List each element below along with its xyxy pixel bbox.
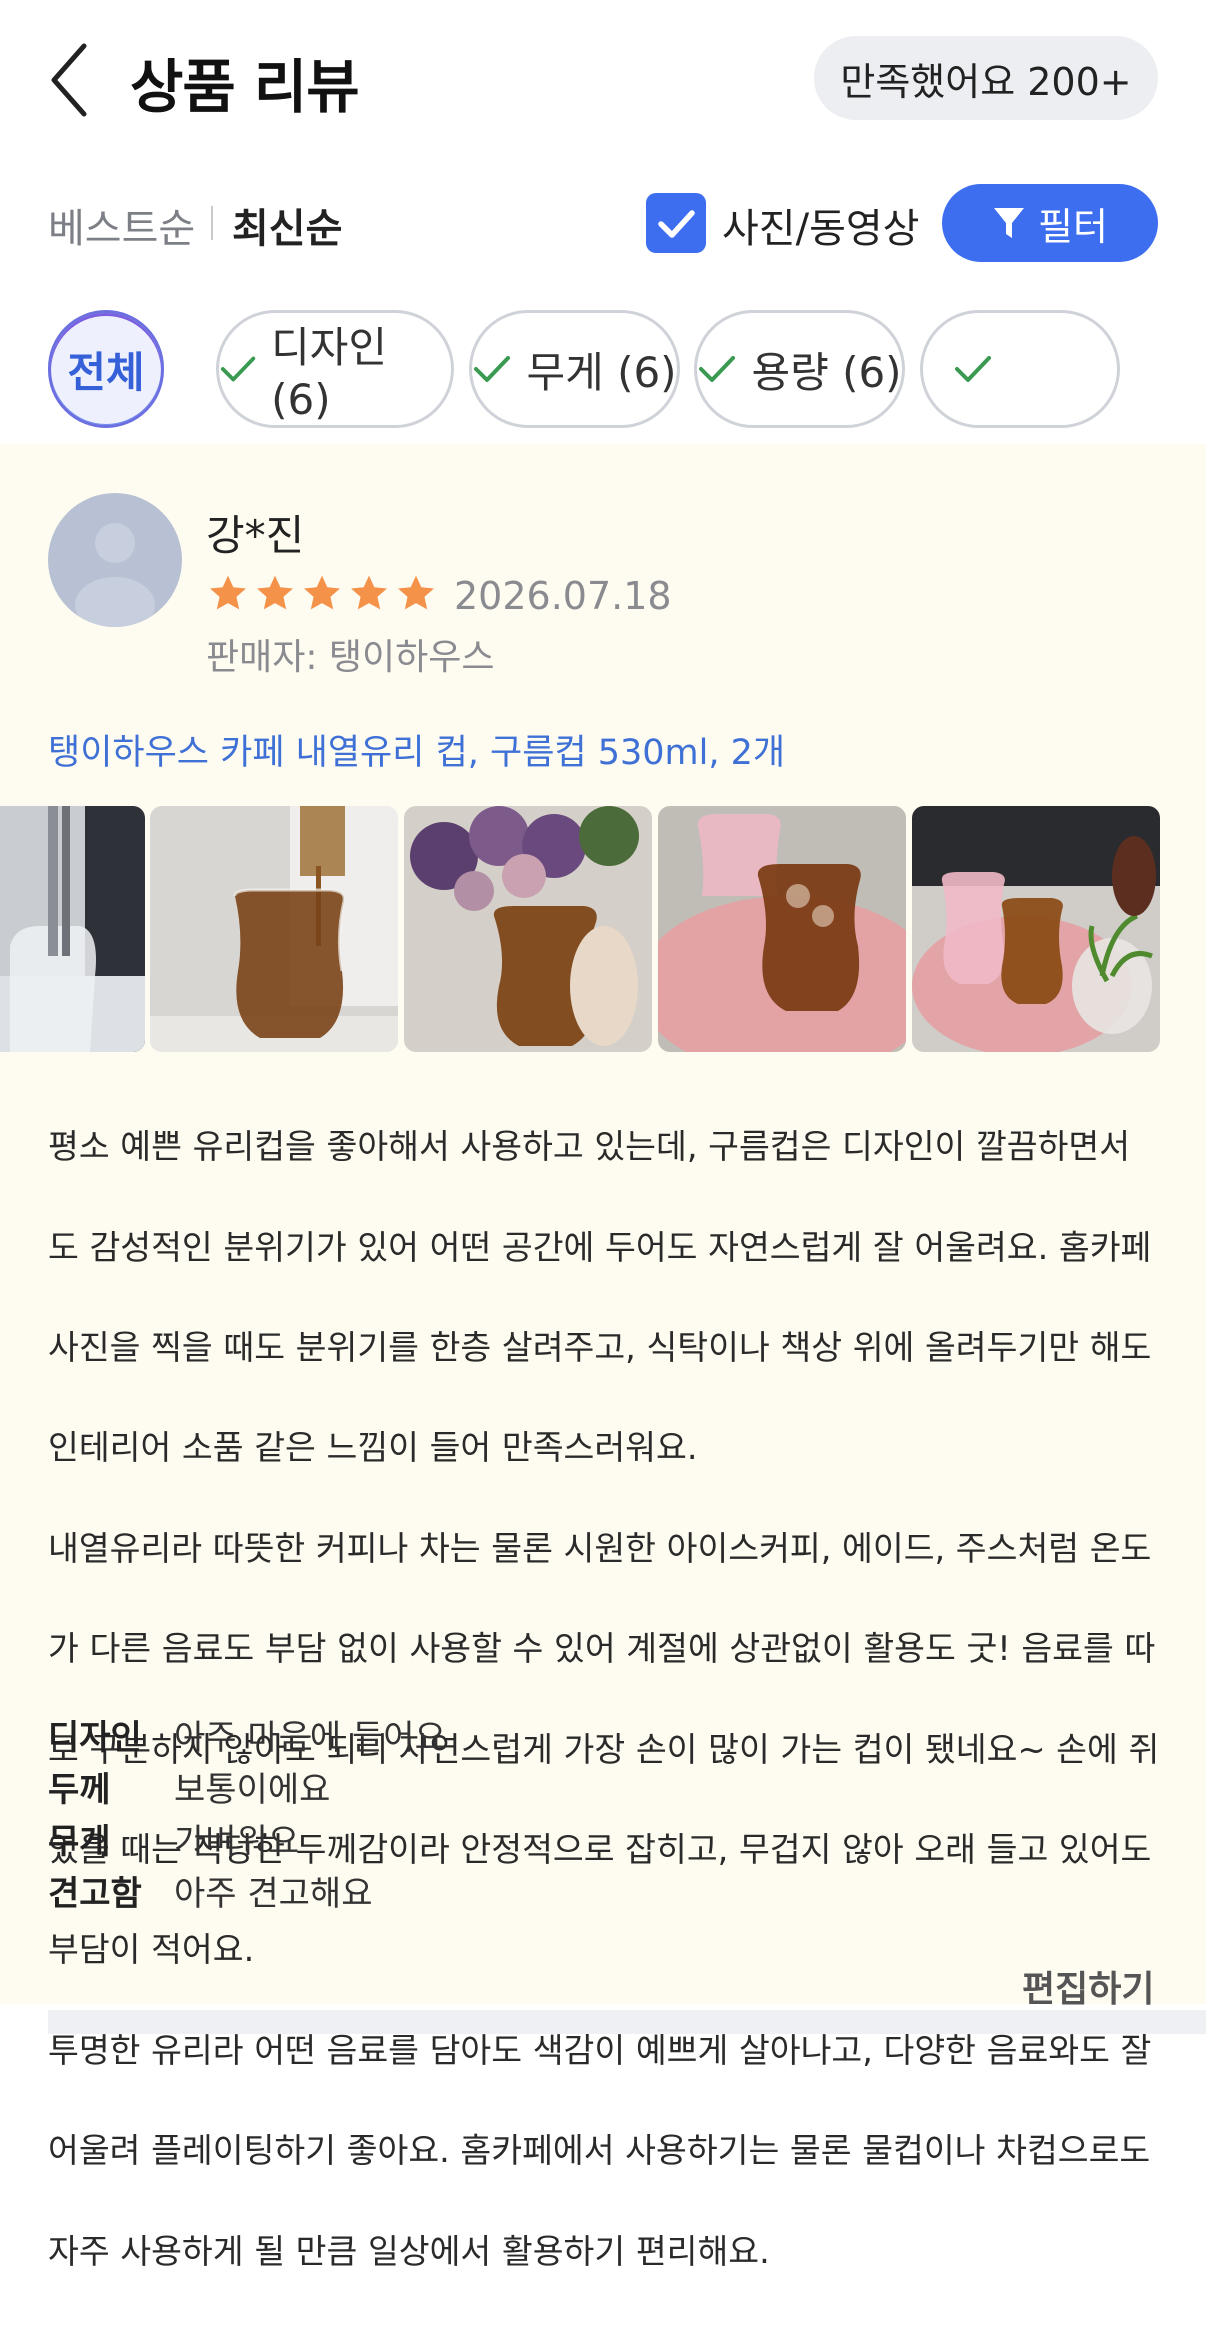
review-line: 부담이 적어요. [48, 1930, 255, 1970]
review-line: 평소 예쁜 유리컵을 좋아해서 사용하고 있는데, 구름컵은 디자인이 깔끔하면… [48, 1127, 1131, 1167]
star-icon [398, 575, 434, 610]
satisfaction-badge[interactable]: 만족했어요 200+ [814, 36, 1158, 120]
chip-label: 디자인 (6) [271, 323, 388, 424]
sort-newest-option[interactable]: 최신순 [232, 196, 342, 254]
review-photo[interactable] [150, 806, 398, 1052]
review-body: 평소 예쁜 유리컵을 좋아해서 사용하고 있는데, 구름컵은 디자인이 깔끔하면… [48, 1072, 1168, 2327]
chip-all[interactable]: 전체 [48, 310, 164, 428]
review-line: 사진을 찍을 때도 분위기를 한층 살려주고, 식탁이나 책상 위에 올려두기만… [48, 1328, 1152, 1368]
star-icon [304, 575, 340, 610]
review-line: 자주 사용하게 될 만큼 일상에서 활용하기 편리해요. [48, 2231, 770, 2271]
filter-button-label: 필터 [1038, 204, 1108, 249]
check-icon [955, 356, 991, 382]
chip-capacity[interactable]: 용량 (6) [694, 310, 905, 428]
review-category-chips: 전체 디자인 (6) 무게 (6) 용량 (6) [48, 310, 1206, 434]
review-photo[interactable] [0, 806, 145, 1052]
attribute-row: 디자인 [48, 1710, 142, 1759]
review-photo[interactable] [912, 806, 1160, 1052]
chip-label: 용량 (6) [751, 347, 902, 397]
page-title: 상품 리뷰 [130, 53, 360, 121]
review-line: 인테리어 소품 같은 느낌이 들어 만족스러워요. [48, 1428, 698, 1468]
sort-best-option[interactable]: 베스트순 [48, 196, 195, 254]
funnel-icon [994, 208, 1025, 238]
chip-label: 무게 (6) [526, 347, 677, 397]
photo-video-label[interactable]: 사진/동영상 [722, 196, 919, 254]
attribute-value: 아주 견고해요 [174, 1874, 373, 1914]
attribute-key: 견고함 [48, 1874, 142, 1914]
bottom-divider [48, 2010, 1206, 2034]
star-icon [257, 575, 293, 610]
star-icon [210, 575, 246, 610]
chip-weight[interactable]: 무게 (6) [469, 310, 680, 428]
user-silhouette-icon [75, 523, 155, 627]
attribute-row: 두께 [48, 1762, 111, 1811]
review-photo[interactable] [658, 806, 906, 1052]
chip-label: 전체 [67, 347, 145, 397]
product-option-link[interactable]: 탱이하우스 카페 내열유리 컵, 구름컵 530ml, 2개 [48, 724, 785, 775]
check-icon [699, 356, 736, 382]
review-line: 가 다른 음료도 부담 없이 사용할 수 있어 계절에 상관없이 활용도 굿! … [48, 1629, 1156, 1669]
review-date: 2026.07.18 [454, 574, 672, 618]
check-icon [474, 356, 511, 382]
chip-partial[interactable] [920, 310, 1120, 428]
chip-design[interactable]: 디자인 (6) [216, 310, 454, 428]
seller-name: 판매자: 탱이하우스 [206, 637, 495, 678]
star-rating [206, 572, 438, 618]
attribute-key: 디자인 [48, 1718, 142, 1758]
attribute-value: 가벼워요 [174, 1822, 300, 1862]
filter-button[interactable]: 필터 [942, 184, 1158, 262]
attribute-value: 보통이에요 [174, 1770, 331, 1810]
review-photo-strip[interactable] [0, 806, 1206, 1052]
attribute-key: 무게 [48, 1822, 111, 1862]
attribute-row: 견고함 [48, 1866, 142, 1915]
back-arrow-icon[interactable] [48, 42, 92, 118]
review-line: 도 감성적인 분위기가 있어 어떤 공간에 두어도 자연스럽게 잘 어울려요. … [48, 1227, 1152, 1267]
checkmark-icon [658, 210, 695, 238]
review-photo[interactable] [404, 806, 652, 1052]
reviewer-name: 강*진 [206, 511, 305, 560]
attribute-value: 아주 마음에 들어요 [174, 1718, 446, 1758]
sort-divider [211, 206, 213, 240]
review-line: 어울려 플레이팅하기 좋아요. 홈카페에서 사용하기는 물론 물컵이나 차컵으로… [48, 2131, 1151, 2171]
review-line: 내열유리라 따뜻한 커피나 차는 물론 시원한 아이스커피, 에이드, 주스처럼… [48, 1528, 1152, 1568]
edit-button[interactable]: 편집하기 [1022, 1960, 1154, 2012]
attribute-row: 무게 [48, 1814, 111, 1863]
star-icon [351, 575, 387, 610]
attribute-key: 두께 [48, 1770, 111, 1810]
photo-video-checkbox[interactable] [646, 193, 706, 253]
check-icon [220, 356, 256, 382]
avatar [48, 493, 182, 627]
